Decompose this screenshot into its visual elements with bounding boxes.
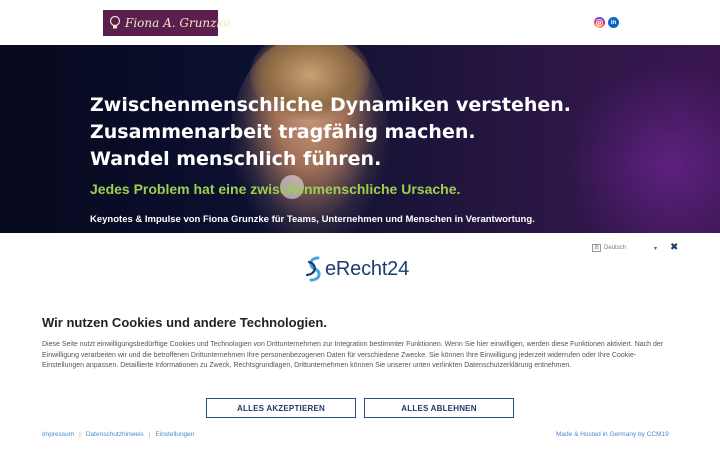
language-select[interactable]: あ Deutsch ▾ (592, 244, 657, 252)
instagram-icon[interactable] (594, 17, 605, 28)
hero-subline: Keynotes & Impulse von Fiona Grunzke für… (90, 214, 535, 225)
cookie-title: Wir nutzen Cookies und andere Technologi… (42, 315, 327, 330)
chevron-down-icon: ▾ (654, 245, 658, 252)
cookie-body-text: Diese Seite nutzt einwilligungsbedürftig… (42, 341, 664, 369)
link-separator: | (148, 431, 151, 438)
site-logo[interactable]: Fiona A. Grunzke (103, 10, 231, 36)
einstellungen-link[interactable]: Einstellungen (155, 431, 194, 438)
linkedin-icon[interactable]: in (608, 17, 619, 28)
hero-light-glow (560, 65, 720, 235)
language-icon: あ (592, 244, 601, 252)
datenschutz-link[interactable]: Datenschutzhinweis (86, 431, 144, 438)
logo-text: Fiona A. Grunzke (125, 16, 231, 30)
accept-all-button[interactable]: ALLES AKZEPTIEREN (206, 398, 356, 418)
reject-all-button[interactable]: ALLES ABLEHNEN (364, 398, 514, 418)
headline-line-3: Wandel menschlich führen. (90, 148, 382, 170)
site-header: Fiona A. Grunzke in (0, 0, 720, 45)
erecht24-mark-icon (303, 255, 325, 283)
made-hosted-link[interactable]: Made & Hosted in Germany by CCM19 (556, 431, 669, 438)
cookie-consent-dialog: あ Deutsch ▾ ✖ eRecht24 Wir nutzen Cookie… (0, 233, 720, 450)
headline-line-1: Zwischenmenschliche Dynamiken verstehen. (90, 94, 572, 116)
cookie-footer-links: Impressum | Datenschutzhinweis | Einstel… (42, 431, 194, 438)
impressum-link[interactable]: Impressum (42, 431, 74, 438)
link-separator: | (79, 431, 81, 438)
language-value: Deutsch (604, 245, 627, 251)
hero-tagline: Jedes Problem hat eine zwischenmenschlic… (90, 181, 461, 197)
brand-name: eRecht24 (325, 257, 410, 280)
hero-banner: Zwischenmenschliche Dynamiken verstehen.… (0, 45, 720, 235)
close-icon[interactable]: ✖ (670, 242, 678, 253)
hero-headline: Zwischenmenschliche Dynamiken verstehen.… (90, 92, 571, 173)
headline-line-2: Zusammenarbeit tragfähig machen. (90, 121, 476, 143)
lightbulb-icon (109, 15, 121, 31)
erecht24-logo: eRecht24 (303, 255, 409, 283)
